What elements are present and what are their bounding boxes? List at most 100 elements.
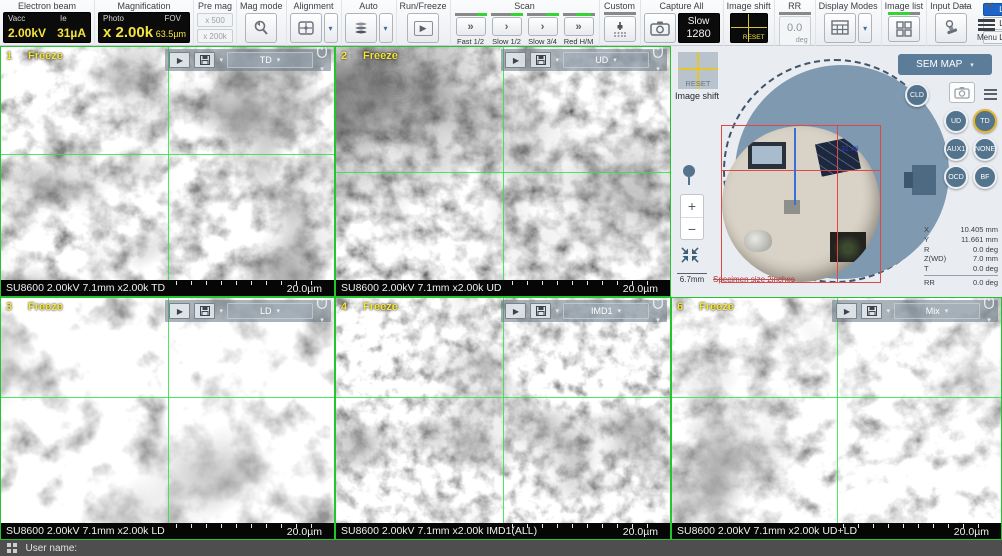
image-shift-pad[interactable]: RESET [730, 13, 768, 43]
mouse-mode-button[interactable]: ▾ [653, 297, 663, 327]
save-dropdown-caret[interactable]: ▾ [219, 56, 223, 64]
detector-select[interactable]: LD ▾ [227, 303, 313, 319]
grid-icon[interactable] [7, 543, 17, 553]
scan-fast-half-button[interactable]: » [456, 17, 486, 36]
detector-cld-button[interactable]: CLD [905, 83, 929, 107]
alignment-dropdown-caret[interactable]: ▾ [324, 13, 338, 43]
custom-title: Custom [604, 1, 635, 12]
sem-image-panel-mix[interactable]: 6 Freeze ▶ ▾ Mix ▾ ▾ SU8600 2.00kV 7.1mm… [671, 297, 1002, 540]
coord-row: X10.405 mm [924, 225, 998, 235]
detector-bf-button[interactable]: BF [973, 165, 997, 189]
detector-select[interactable]: UD ▾ [563, 52, 649, 68]
sem-image-panel-td[interactable]: 1 Freeze ▶ ▾ TD ▾ ▾ SU8600 2.00kV 7.1mm … [0, 46, 335, 297]
mouse-icon [653, 46, 663, 58]
zoom-in-button[interactable]: + [681, 195, 703, 217]
detector-ud-button[interactable]: UD [944, 109, 968, 133]
run-button[interactable]: ▶ [169, 303, 190, 319]
stage-coordinates: X10.405 mm Y11.661 mm R0.0 deg Z(WD)7.0 … [924, 225, 998, 288]
mag-value: x 2.00k [103, 24, 153, 41]
display-modes-button[interactable] [824, 13, 856, 43]
run-button[interactable]: ▶ [505, 303, 526, 319]
pre-mag-200k-button[interactable]: x 200k [197, 29, 233, 43]
fit-view-button[interactable] [680, 246, 700, 264]
save-image-button[interactable] [194, 52, 215, 68]
display-modes-dropdown-caret[interactable]: ▾ [858, 13, 872, 43]
image-shift-reset-button[interactable]: RESET [743, 34, 765, 41]
image-list-button[interactable] [888, 16, 920, 42]
save-image-button[interactable] [530, 303, 551, 319]
coord-row: RR0.0 deg [924, 275, 998, 288]
capture-all-button[interactable] [644, 13, 676, 43]
scan-progress-bar [527, 13, 559, 16]
map-image-shift-reset-button[interactable]: RESET [678, 52, 718, 89]
sem-image-panel-ld[interactable]: 3 Freeze ▶ ▾ LD ▾ ▾ SU8600 2.00kV 7.1mm … [0, 297, 335, 540]
detector-select[interactable]: TD ▾ [227, 52, 313, 68]
scan-red-hm-button[interactable]: » [564, 17, 594, 36]
menu-button[interactable]: Menu [977, 17, 997, 42]
auto-title: Auto [359, 1, 378, 12]
save-dropdown-caret[interactable]: ▾ [555, 307, 559, 315]
run-button[interactable]: ▶ [505, 52, 526, 68]
scan-slow-half-label: Slow 1/2 [492, 37, 521, 46]
image-list-indicator [888, 12, 920, 15]
mouse-mode-button[interactable]: ▾ [317, 297, 327, 327]
map-pin-button[interactable] [681, 164, 697, 186]
detector-ocd-button[interactable]: OCD [944, 165, 968, 189]
collapse-arrows-icon [680, 246, 700, 264]
sem-image-panel-ud[interactable]: 2 Freeze ▶ ▾ UD ▾ ▾ SU8600 2.00kV 7.1mm … [335, 46, 671, 297]
save-dropdown-caret[interactable]: ▾ [555, 56, 559, 64]
mouse-icon [317, 297, 327, 309]
save-image-button[interactable] [861, 303, 882, 319]
zoom-out-button[interactable]: − [681, 217, 703, 239]
run-button[interactable]: ▶ [836, 303, 857, 319]
alignment-button[interactable] [290, 13, 322, 43]
custom-slider-icon [612, 20, 628, 38]
save-dropdown-caret[interactable]: ▾ [886, 307, 890, 315]
close-button[interactable]: ✕ [986, 1, 994, 13]
mouse-mode-button[interactable]: ▾ [653, 46, 663, 76]
sem-image-panel-imd1[interactable]: 4 Freeze ▶ ▾ IMD1 ▾ ▾ SU8600 2.00kV 7.1m… [335, 297, 671, 540]
mouse-mode-button[interactable]: ▾ [984, 297, 994, 327]
map-menu-button[interactable] [984, 86, 997, 102]
menu-label: Menu [977, 33, 997, 42]
section-capture-all: Capture All Slow 1280 [640, 0, 723, 46]
scan-slow-half-button[interactable]: › [492, 17, 522, 36]
custom-button[interactable] [604, 16, 636, 42]
fov-value: 63.5µm [156, 29, 186, 39]
section-rr: RR 0.0 deg [774, 0, 815, 46]
scan-progress-bar [491, 13, 523, 16]
auto-button[interactable] [345, 13, 377, 43]
image-overlay-toolbar: ▶ ▾ Mix ▾ ▾ [832, 300, 998, 322]
scan-slow-34-button[interactable]: › [528, 17, 558, 36]
input-data-button[interactable] [935, 13, 967, 43]
sem-map-mode-select[interactable]: SEM MAP ▾ [898, 54, 992, 75]
coord-row: T0.0 deg [924, 264, 998, 274]
minimize-button[interactable]: — [960, 1, 970, 13]
save-image-button[interactable] [530, 52, 551, 68]
image-caption-bar: SU8600 2.00kV 7.1mm x2.00k TD 20.0µm [1, 280, 334, 296]
auto-dropdown-caret[interactable]: ▾ [379, 13, 393, 43]
pre-mag-500-button[interactable]: x 500 [197, 13, 233, 27]
save-image-button[interactable] [194, 303, 215, 319]
detector-none-button[interactable]: NONE [973, 137, 997, 161]
detector-select[interactable]: Mix ▾ [894, 303, 980, 319]
save-dropdown-caret[interactable]: ▾ [219, 307, 223, 315]
detector-select[interactable]: IMD1 ▾ [563, 303, 649, 319]
detector-td-button[interactable]: TD [973, 109, 997, 133]
image-grid: 1 Freeze ▶ ▾ TD ▾ ▾ SU8600 2.00kV 7.1mm … [0, 46, 1002, 540]
mouse-mode-button[interactable]: ▾ [317, 46, 327, 76]
scale-value: 20.0µm [623, 283, 658, 295]
run-button[interactable]: ▶ [169, 52, 190, 68]
detector-aux1-button[interactable]: AUX1 [944, 137, 968, 161]
image-caption: SU8600 2.00kV 7.1mm x2.00k IMD1(ALL) [341, 525, 537, 537]
detector-selector: UD TD AUX1 NONE OCD BF [944, 109, 999, 189]
rr-display[interactable]: 0.0 deg [779, 16, 811, 46]
capture-mode-value: Slow [688, 15, 710, 28]
coord-row: R0.0 deg [924, 245, 998, 255]
run-freeze-button[interactable]: ▶ [407, 13, 439, 43]
crosshair-horizontal [336, 172, 670, 173]
map-camera-button[interactable] [949, 82, 975, 103]
run-freeze-title: Run/Freeze [400, 1, 447, 12]
user-name-label: User name: [26, 543, 78, 554]
mag-mode-button[interactable] [245, 13, 277, 43]
